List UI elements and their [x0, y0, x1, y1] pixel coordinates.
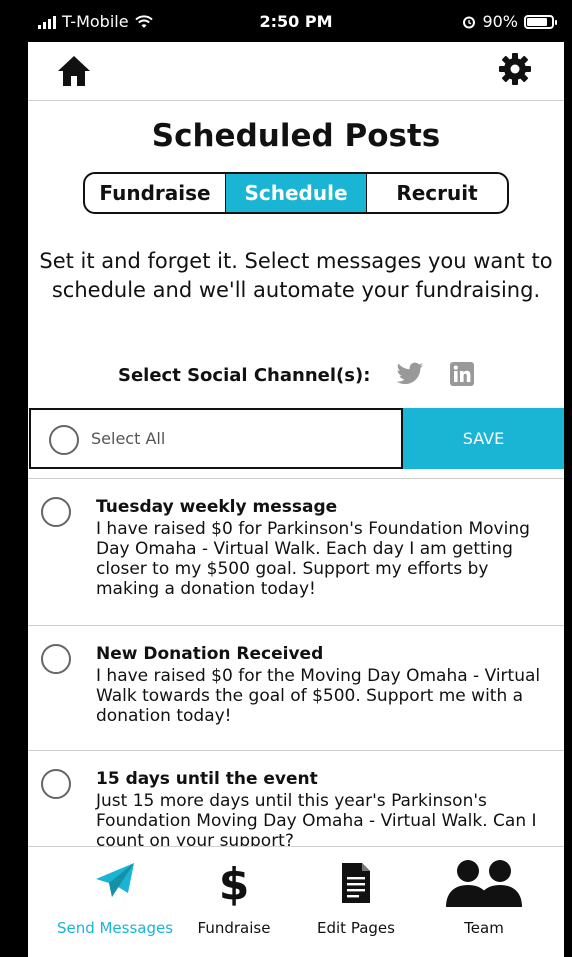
message-body: I have raised $0 for Parkinson's Foundat…	[96, 519, 530, 599]
page-description: Set it and forget it. Select messages yo…	[39, 249, 553, 302]
tab-fundraise-nav[interactable]: $ Fundraise	[184, 847, 284, 957]
phone-screen: T-Mobile 2:50 PM 90% Scheduled Posts Fun…	[28, 0, 564, 957]
select-all-label: Select All	[91, 429, 166, 448]
dollar-icon: $	[219, 859, 249, 907]
message-body: Just 15 more days until this year's Park…	[96, 791, 537, 847]
battery-icon	[524, 14, 557, 29]
tab-schedule[interactable]: Schedule	[225, 174, 366, 212]
message-list: Tuesday weekly message I have raised $0 …	[28, 478, 564, 847]
battery-percent: 90%	[482, 12, 518, 31]
status-bar: T-Mobile 2:50 PM 90%	[28, 0, 564, 42]
gear-icon[interactable]	[498, 52, 532, 86]
tab-fundraise[interactable]: Fundraise	[85, 174, 225, 212]
status-right: 90%	[462, 12, 557, 31]
social-channel-row: Select Social Channel(s):	[28, 362, 564, 392]
battery-level	[527, 17, 548, 26]
channel-label: Select Social Channel(s):	[118, 365, 371, 386]
tab-team[interactable]: Team	[424, 847, 544, 957]
team-icon	[446, 860, 522, 907]
svg-text:$: $	[219, 859, 249, 907]
tab-edit-pages[interactable]: Edit Pages	[304, 847, 408, 957]
tab-label: Send Messages	[56, 919, 174, 937]
message-title: New Donation Received	[96, 644, 324, 664]
list-item[interactable]: New Donation Received I have raised $0 f…	[28, 626, 564, 751]
twitter-icon[interactable]	[396, 362, 424, 386]
bottom-tab-bar: Send Messages $ Fundraise Edit Pages Tea…	[28, 846, 564, 957]
message-body: I have raised $0 for the Moving Day Omah…	[96, 666, 541, 726]
tab-send-messages[interactable]: Send Messages	[46, 847, 184, 957]
message-title: Tuesday weekly message	[96, 497, 338, 517]
tab-label: Fundraise	[197, 919, 271, 937]
message-radio[interactable]	[41, 769, 71, 799]
document-icon	[342, 863, 370, 903]
alarm-icon	[463, 16, 476, 28]
list-item[interactable]: Tuesday weekly message I have raised $0 …	[28, 479, 564, 626]
tab-label: Edit Pages	[317, 919, 395, 937]
list-item[interactable]: 15 days until the event Just 15 more day…	[28, 751, 564, 847]
tab-label: Team	[464, 919, 504, 937]
save-button[interactable]: SAVE	[403, 408, 564, 469]
select-all-checkbox[interactable]: Select All	[29, 408, 403, 469]
message-radio[interactable]	[41, 644, 71, 674]
paper-plane-icon	[96, 863, 134, 897]
message-radio[interactable]	[41, 497, 71, 527]
segmented-control: Fundraise Schedule Recruit	[83, 172, 509, 214]
message-title: 15 days until the event	[96, 769, 318, 789]
top-nav-bar	[28, 42, 564, 101]
select-all-row: Select All SAVE	[28, 408, 564, 469]
home-icon[interactable]	[56, 54, 92, 88]
page-title: Scheduled Posts	[151, 118, 441, 154]
linkedin-icon[interactable]	[450, 362, 474, 386]
tab-recruit[interactable]: Recruit	[366, 174, 507, 212]
select-all-radio[interactable]	[49, 425, 79, 455]
